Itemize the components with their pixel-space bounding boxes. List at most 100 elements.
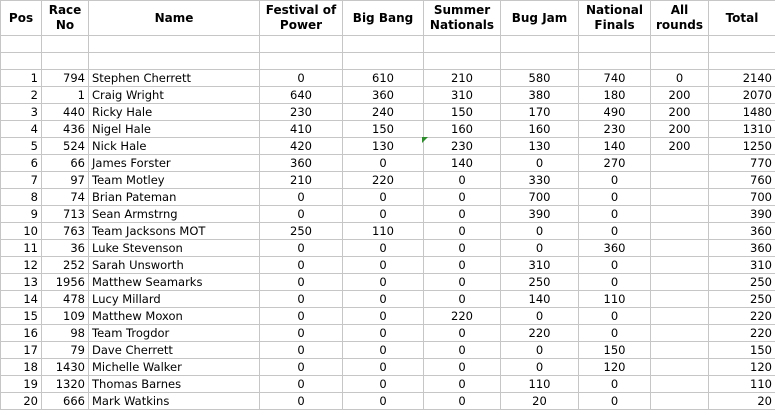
pos-cell[interactable]: 11 <box>1 240 42 257</box>
name-cell[interactable]: Lucy Millard <box>89 291 260 308</box>
name-cell[interactable]: Team Motley <box>89 172 260 189</box>
all-rounds-cell[interactable] <box>651 359 709 376</box>
bug-jam-cell[interactable]: 310 <box>501 257 579 274</box>
total-cell[interactable]: 1310 <box>709 121 775 138</box>
bug-jam-cell[interactable]: 580 <box>501 70 579 87</box>
all-rounds-cell[interactable] <box>651 376 709 393</box>
big-bang-cell[interactable]: 150 <box>343 121 424 138</box>
name-cell[interactable]: Mark Watkins <box>89 393 260 410</box>
festival-of-power-cell[interactable]: 230 <box>260 104 343 121</box>
summer-nationals-cell[interactable]: 0 <box>424 393 501 410</box>
summer-nationals-cell[interactable]: 210 <box>424 70 501 87</box>
race-no-cell[interactable]: 109 <box>42 308 89 325</box>
total-cell[interactable]: 310 <box>709 257 775 274</box>
national-finals-cell[interactable]: 740 <box>579 70 651 87</box>
total-cell[interactable]: 150 <box>709 342 775 359</box>
header-total[interactable]: Total <box>709 1 775 36</box>
bug-jam-cell[interactable]: 170 <box>501 104 579 121</box>
big-bang-cell[interactable]: 0 <box>343 291 424 308</box>
total-cell[interactable]: 250 <box>709 291 775 308</box>
blank-cell[interactable] <box>579 36 651 53</box>
bug-jam-cell[interactable]: 0 <box>501 359 579 376</box>
blank-cell[interactable] <box>424 53 501 70</box>
summer-nationals-cell[interactable]: 220 <box>424 308 501 325</box>
race-no-cell[interactable]: 440 <box>42 104 89 121</box>
festival-of-power-cell[interactable]: 210 <box>260 172 343 189</box>
national-finals-cell[interactable]: 0 <box>579 308 651 325</box>
summer-nationals-cell[interactable]: 140 <box>424 155 501 172</box>
header-big-bang[interactable]: Big Bang <box>343 1 424 36</box>
name-cell[interactable]: James Forster <box>89 155 260 172</box>
total-cell[interactable]: 360 <box>709 240 775 257</box>
big-bang-cell[interactable]: 0 <box>343 308 424 325</box>
national-finals-cell[interactable]: 0 <box>579 274 651 291</box>
pos-cell[interactable]: 2 <box>1 87 42 104</box>
bug-jam-cell[interactable]: 700 <box>501 189 579 206</box>
national-finals-cell[interactable]: 0 <box>579 393 651 410</box>
big-bang-cell[interactable]: 240 <box>343 104 424 121</box>
name-cell[interactable]: Ricky Hale <box>89 104 260 121</box>
bug-jam-cell[interactable]: 0 <box>501 308 579 325</box>
blank-cell[interactable] <box>343 53 424 70</box>
bug-jam-cell[interactable]: 250 <box>501 274 579 291</box>
blank-cell[interactable] <box>651 53 709 70</box>
national-finals-cell[interactable]: 140 <box>579 138 651 155</box>
race-no-cell[interactable]: 79 <box>42 342 89 359</box>
name-cell[interactable]: Brian Pateman <box>89 189 260 206</box>
race-no-cell[interactable]: 763 <box>42 223 89 240</box>
bug-jam-cell[interactable]: 380 <box>501 87 579 104</box>
festival-of-power-cell[interactable]: 0 <box>260 342 343 359</box>
all-rounds-cell[interactable] <box>651 172 709 189</box>
race-no-cell[interactable]: 666 <box>42 393 89 410</box>
blank-cell[interactable] <box>260 53 343 70</box>
pos-cell[interactable]: 19 <box>1 376 42 393</box>
total-cell[interactable]: 360 <box>709 223 775 240</box>
festival-of-power-cell[interactable]: 0 <box>260 376 343 393</box>
bug-jam-cell[interactable]: 390 <box>501 206 579 223</box>
summer-nationals-cell[interactable]: 0 <box>424 240 501 257</box>
pos-cell[interactable]: 6 <box>1 155 42 172</box>
bug-jam-cell[interactable]: 0 <box>501 155 579 172</box>
festival-of-power-cell[interactable]: 0 <box>260 240 343 257</box>
all-rounds-cell[interactable] <box>651 240 709 257</box>
blank-cell[interactable] <box>260 36 343 53</box>
header-race-no[interactable]: Race No <box>42 1 89 36</box>
total-cell[interactable]: 1480 <box>709 104 775 121</box>
all-rounds-cell[interactable] <box>651 291 709 308</box>
race-no-cell[interactable]: 794 <box>42 70 89 87</box>
total-cell[interactable]: 110 <box>709 376 775 393</box>
blank-cell[interactable] <box>579 53 651 70</box>
big-bang-cell[interactable]: 130 <box>343 138 424 155</box>
summer-nationals-cell[interactable]: 0 <box>424 325 501 342</box>
total-cell[interactable]: 250 <box>709 274 775 291</box>
blank-cell[interactable] <box>89 36 260 53</box>
big-bang-cell[interactable]: 110 <box>343 223 424 240</box>
big-bang-cell[interactable]: 610 <box>343 70 424 87</box>
header-pos[interactable]: Pos <box>1 1 42 36</box>
festival-of-power-cell[interactable]: 0 <box>260 206 343 223</box>
race-no-cell[interactable]: 713 <box>42 206 89 223</box>
total-cell[interactable]: 20 <box>709 393 775 410</box>
festival-of-power-cell[interactable]: 0 <box>260 393 343 410</box>
festival-of-power-cell[interactable]: 250 <box>260 223 343 240</box>
festival-of-power-cell[interactable]: 0 <box>260 325 343 342</box>
summer-nationals-cell[interactable]: 230 <box>424 138 501 155</box>
big-bang-cell[interactable]: 0 <box>343 325 424 342</box>
festival-of-power-cell[interactable]: 420 <box>260 138 343 155</box>
festival-of-power-cell[interactable]: 0 <box>260 308 343 325</box>
big-bang-cell[interactable]: 360 <box>343 87 424 104</box>
national-finals-cell[interactable]: 0 <box>579 257 651 274</box>
blank-cell[interactable] <box>1 53 42 70</box>
header-national-finals[interactable]: National Finals <box>579 1 651 36</box>
all-rounds-cell[interactable] <box>651 342 709 359</box>
race-no-cell[interactable]: 1956 <box>42 274 89 291</box>
bug-jam-cell[interactable]: 130 <box>501 138 579 155</box>
big-bang-cell[interactable]: 0 <box>343 359 424 376</box>
big-bang-cell[interactable]: 0 <box>343 240 424 257</box>
all-rounds-cell[interactable] <box>651 223 709 240</box>
name-cell[interactable]: Craig Wright <box>89 87 260 104</box>
total-cell[interactable]: 760 <box>709 172 775 189</box>
total-cell[interactable]: 220 <box>709 308 775 325</box>
pos-cell[interactable]: 4 <box>1 121 42 138</box>
national-finals-cell[interactable]: 0 <box>579 223 651 240</box>
